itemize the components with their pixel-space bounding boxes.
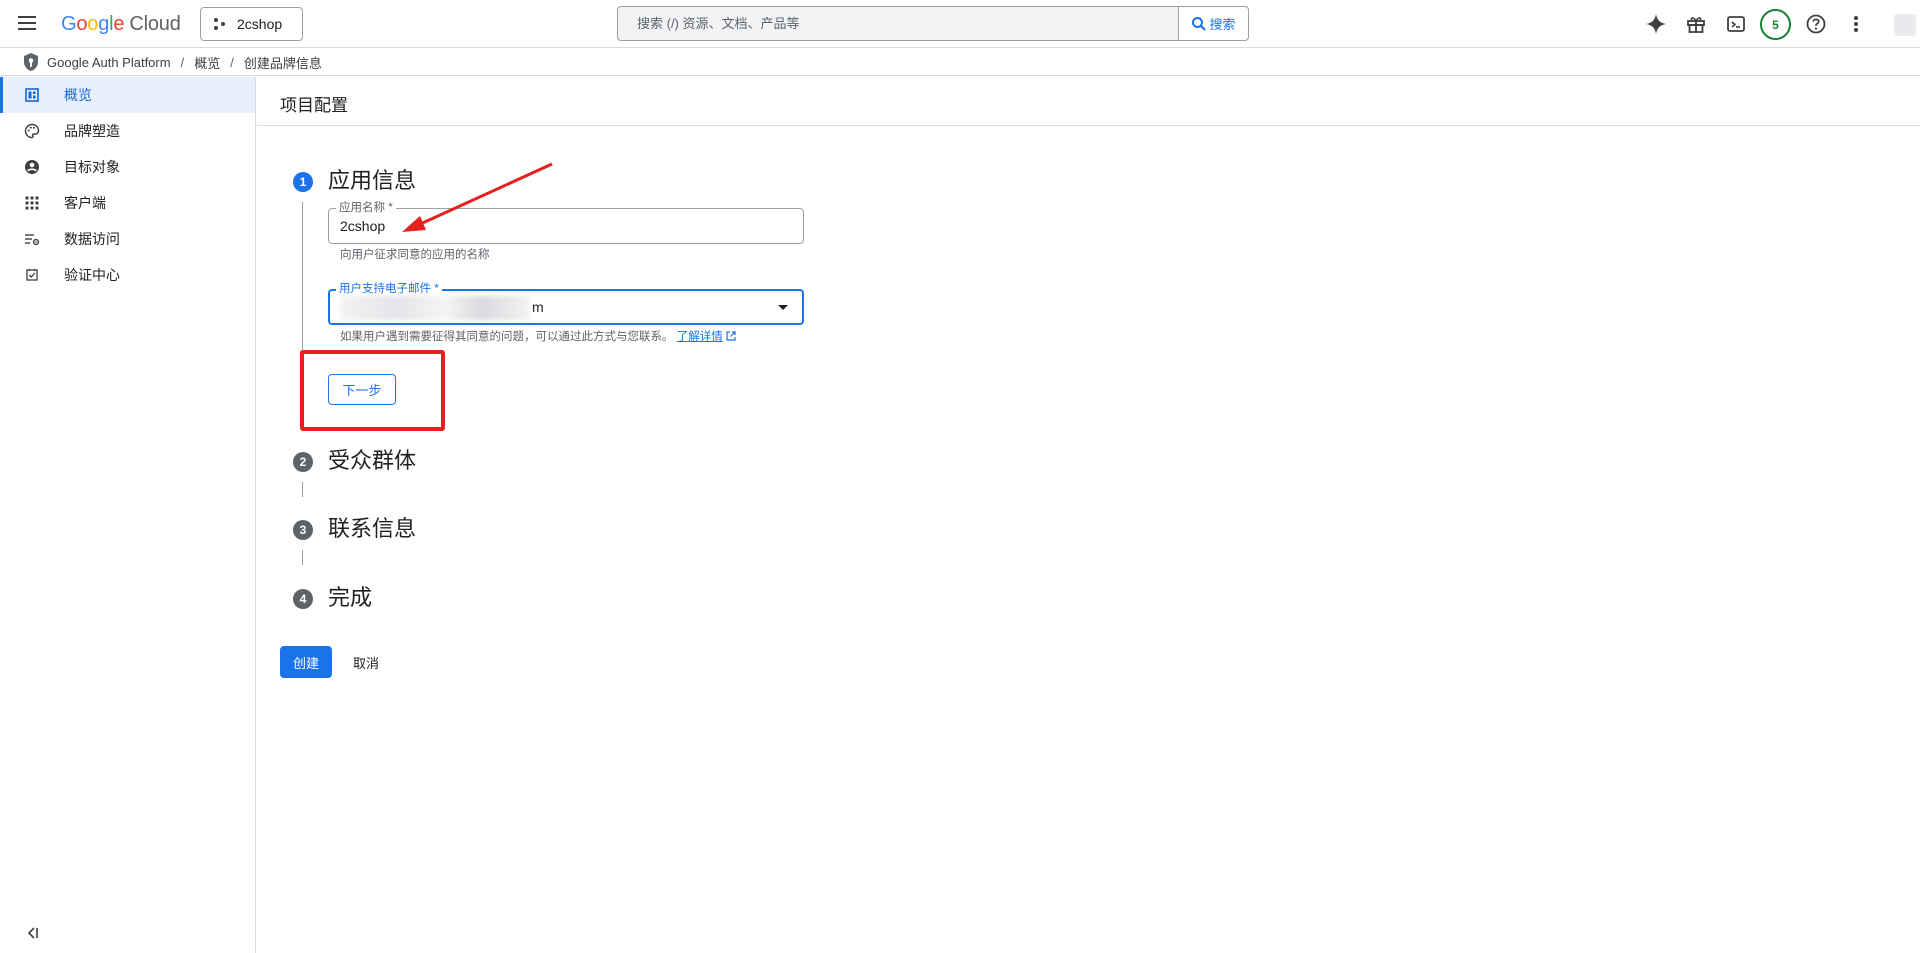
sidebar-item-branding[interactable]: 品牌塑造 [0,113,255,149]
data-access-settings-icon [24,231,40,247]
redacted-email-blur [340,296,530,320]
step-title-app-info[interactable]: 应用信息 [328,168,416,194]
google-wordmark-letter: e [113,13,125,35]
google-wordmark-letter: G [61,13,77,35]
sidebar-item-label: 品牌塑造 [64,123,120,139]
google-wordmark: Google [61,13,125,35]
cancel-button[interactable]: 取消 [344,646,388,678]
step-connector-line [302,550,303,565]
breadcrumb-separator: / [230,54,234,70]
apps-grid-icon [24,195,40,211]
step-number-2: 2 [293,452,313,472]
sidebar-item-label: 概览 [64,87,92,103]
support-email-value-fragment: m [532,299,544,315]
step-number-4: 4 [293,589,313,609]
open-in-new-icon [726,331,736,341]
sidebar-item-label: 数据访问 [64,231,120,247]
step-number-3: 3 [293,520,313,540]
sidebar: 概览 品牌塑造 目标对象 客户端 数据访问 验证中心 [0,77,256,953]
support-email-select[interactable]: 用户支持电子邮件 * m [328,282,804,325]
sidebar-item-verification-center[interactable]: 验证中心 [0,257,255,293]
project-hierarchy-icon [214,18,225,30]
hamburger-menu-icon[interactable] [14,12,40,36]
cloud-shell-terminal-icon[interactable] [1722,10,1750,38]
next-step-button[interactable]: 下一步 [328,374,396,405]
support-email-label: 用户支持电子邮件 * [336,282,442,296]
page-title: 项目配置 [280,96,348,115]
more-vert-icon[interactable] [1842,10,1870,38]
gemini-sparkle-icon[interactable] [1642,10,1670,38]
account-circle-icon [24,159,40,175]
sidebar-item-label: 目标对象 [64,159,120,175]
palette-icon [24,123,40,139]
verification-checkbox-icon [24,267,40,283]
step-title-finish[interactable]: 完成 [328,585,372,611]
search-button[interactable]: 搜索 [1178,7,1248,40]
create-button[interactable]: 创建 [280,646,332,678]
dropdown-arrow-icon[interactable] [778,305,788,310]
sidebar-item-audience[interactable]: 目标对象 [0,149,255,185]
search-bar: 搜索 [617,6,1249,41]
google-cloud-logo[interactable]: Google Cloud [61,12,181,36]
learn-more-link[interactable]: 了解详情 [677,331,723,343]
project-name: 2cshop [237,16,283,32]
search-icon [1192,16,1207,31]
step-connector-line [302,482,303,497]
search-input[interactable] [618,7,1178,40]
app-name-input[interactable] [340,218,780,235]
support-email-hint-text: 如果用户遇到需要征得其同意的问题，可以通过此方式与您联系。 [340,331,674,343]
page-header: 项目配置 [257,77,1920,126]
project-selector-button[interactable]: 2cshop [200,7,303,41]
breadcrumb-auth-platform[interactable]: Google Auth Platform [47,55,171,70]
help-icon[interactable] [1802,10,1830,38]
step-connector-line [302,202,303,352]
learn-more-label: 了解详情 [676,331,723,343]
google-wordmark-letter: g [98,13,110,35]
sidebar-item-data-access[interactable]: 数据访问 [0,221,255,257]
app-name-hint: 向用户征求同意的应用的名称 [340,249,490,261]
breadcrumb-separator: / [180,54,185,70]
sidebar-item-label: 客户端 [64,195,106,211]
sidebar-item-overview[interactable]: 概览 [0,77,255,113]
account-avatar[interactable] [1894,14,1916,36]
google-wordmark-letter: o [76,13,88,35]
breadcrumb-current-page: 创建品牌信息 [243,55,322,71]
step-title-audience[interactable]: 受众群体 [328,448,416,474]
sidebar-item-clients[interactable]: 客户端 [0,185,255,221]
breadcrumb: Google Auth Platform / 概览 / 创建品牌信息 [0,49,1920,76]
collapse-sidebar-icon[interactable] [24,925,40,941]
breadcrumb-overview[interactable]: 概览 [194,53,220,72]
search-button-label: 搜索 [1209,17,1236,32]
google-wordmark-letter: o [87,13,99,35]
dashboard-icon [24,87,40,103]
top-bar: GoogleCloud 2cshop 搜索 5 [0,0,1920,48]
sidebar-item-label: 验证中心 [64,267,120,283]
auth-platform-shield-icon [24,53,38,71]
support-email-hint: 如果用户遇到需要征得其同意的问题，可以通过此方式与您联系。 了解详情 [340,330,736,344]
step-number-1: 1 [293,172,313,192]
app-name-field[interactable]: 应用名称 * [328,201,804,244]
cloud-wordmark: Cloud [129,13,181,35]
gift-icon[interactable] [1682,10,1710,38]
app-name-label: 应用名称 * [336,201,396,215]
step-title-contact-info[interactable]: 联系信息 [328,516,416,542]
notification-count-badge[interactable]: 5 [1760,9,1791,40]
